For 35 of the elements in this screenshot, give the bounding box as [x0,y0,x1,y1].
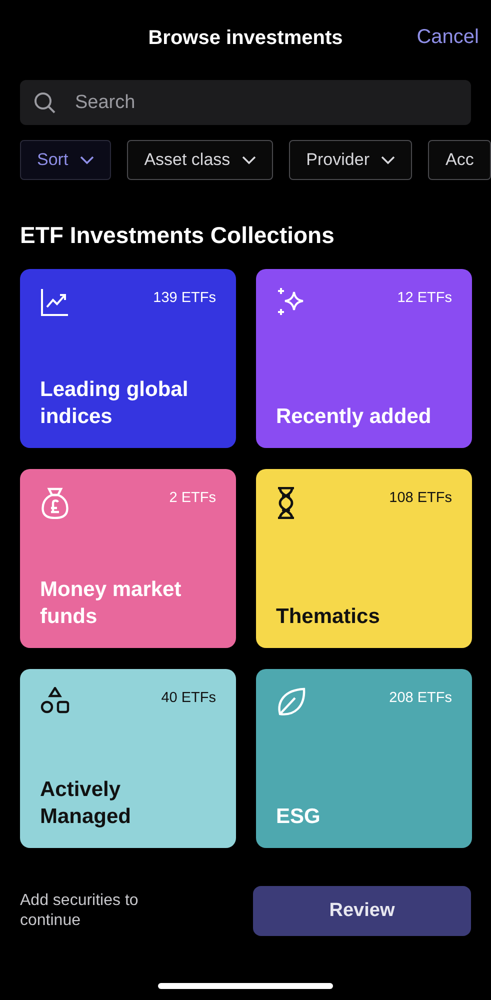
etf-count: 2 ETFs [169,490,216,506]
filter-chip[interactable]: Acc [428,140,491,180]
collection-card[interactable]: 40 ETFs Actively Managed [20,669,236,848]
collection-title: ESG [276,804,322,830]
search-icon [34,92,56,114]
dna-icon [276,487,296,519]
etf-count: 40 ETFs [161,690,216,706]
collection-title: Money market funds [40,577,182,630]
search-field[interactable]: Search [20,80,471,125]
chevron-down-icon [242,156,256,164]
screen-title: Browse investments [148,26,343,50]
chevron-down-icon [381,156,396,164]
cancel-button[interactable]: Cancel [414,24,481,51]
line-chart-icon [40,287,70,317]
section-title: ETF Investments Collections [20,222,336,249]
chevron-down-icon [80,156,94,164]
footer-hint: Add securities to continue [20,891,140,931]
money-bag-icon [40,487,70,519]
etf-count: 108 ETFs [389,490,452,506]
filter-chip[interactable]: Asset class [127,140,274,180]
collection-title: Thematics [276,604,381,630]
collection-title: Recently added [276,404,432,430]
collection-title: Leading global indices [40,377,190,430]
home-indicator[interactable] [158,983,333,989]
collection-card[interactable]: 108 ETFs Thematics [256,469,472,648]
etf-count: 12 ETFs [397,290,452,306]
collection-title: Actively Managed [40,777,132,830]
filter-chip[interactable]: Provider [289,140,412,180]
etf-count: 208 ETFs [389,690,452,706]
filter-chip[interactable]: Sort [20,140,112,180]
collection-card[interactable]: 12 ETFs Recently added [256,269,472,448]
shapes-icon [40,687,70,715]
leaf-icon [276,687,306,717]
etf-count: 139 ETFs [153,290,216,306]
collection-card[interactable]: 139 ETFs Leading global indices [20,269,236,448]
